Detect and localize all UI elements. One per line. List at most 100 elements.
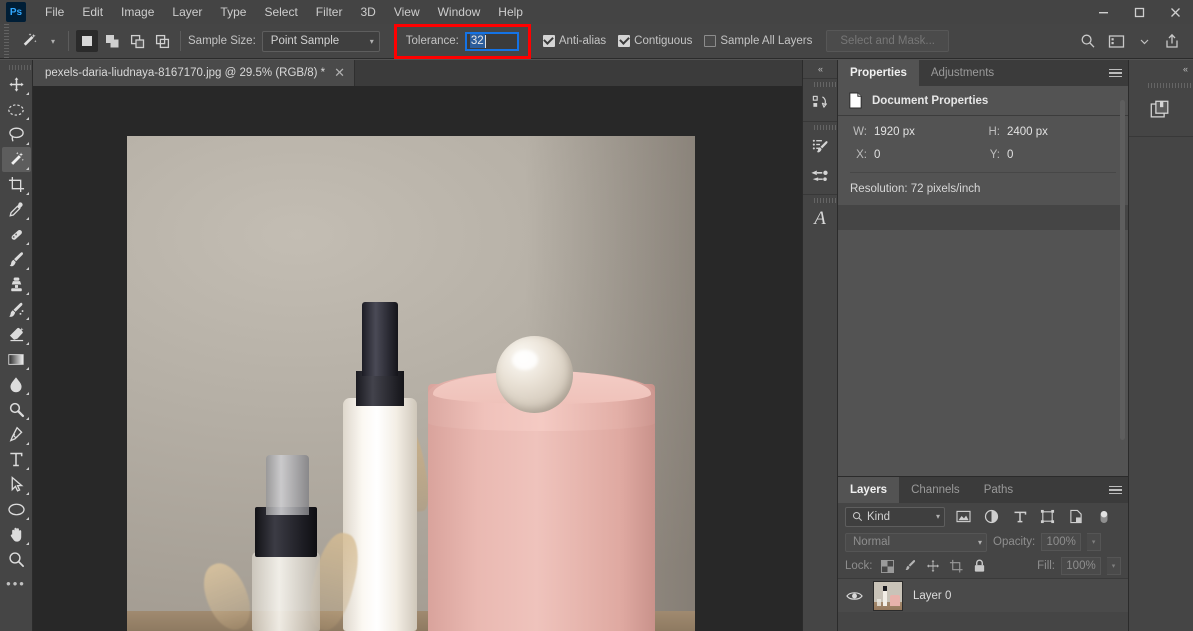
tab-properties[interactable]: Properties [838, 60, 919, 86]
add-to-selection-button[interactable] [101, 30, 123, 52]
filter-pixel-layers-icon[interactable] [954, 507, 973, 526]
filter-smart-object-icon[interactable] [1066, 507, 1085, 526]
filter-type-layers-icon[interactable] [1010, 507, 1029, 526]
menu-item-file[interactable]: File [36, 0, 73, 24]
menu-item-help[interactable]: Help [489, 0, 532, 24]
panel-menu-icon[interactable] [1102, 60, 1128, 86]
lock-transparent-pixels-icon[interactable] [879, 558, 896, 575]
width-field[interactable]: W: 1920 px [850, 126, 983, 138]
lock-artboard-nesting-icon[interactable] [948, 558, 965, 575]
hand-tool[interactable] [2, 522, 31, 547]
menu-item-view[interactable]: View [385, 0, 429, 24]
close-button[interactable] [1157, 0, 1193, 24]
filter-kind-dropdown[interactable]: Kind ▾ [845, 506, 945, 527]
menu-item-filter[interactable]: Filter [307, 0, 352, 24]
intersect-with-selection-button[interactable] [151, 30, 173, 52]
sample-all-layers-checkbox-group[interactable]: Sample All Layers [704, 35, 812, 47]
menu-item-type[interactable]: Type [211, 0, 255, 24]
healing-brush-tool[interactable] [2, 222, 31, 247]
options-bar-grip[interactable] [0, 23, 12, 59]
panel-grip[interactable] [803, 195, 837, 204]
properties-panel-scrollbar[interactable] [1120, 100, 1125, 440]
tab-channels[interactable]: Channels [899, 477, 972, 503]
lock-all-icon[interactable] [971, 558, 988, 575]
crop-tool[interactable] [2, 172, 31, 197]
tab-paths[interactable]: Paths [972, 477, 1025, 503]
history-panel-icon[interactable] [803, 88, 837, 118]
sample-all-layers-checkbox[interactable] [704, 35, 717, 47]
layer-row[interactable]: Layer 0 [838, 578, 1128, 612]
more-tools-button[interactable]: ••• [0, 576, 32, 591]
lasso-tool[interactable] [2, 122, 31, 147]
menu-item-layer[interactable]: Layer [163, 0, 211, 24]
menu-item-select[interactable]: Select [255, 0, 306, 24]
filter-adjustment-layers-icon[interactable] [982, 507, 1001, 526]
history-brush-tool[interactable] [2, 297, 31, 322]
opacity-stepper[interactable]: ▾ [1087, 533, 1102, 551]
path-selection-tool[interactable] [2, 472, 31, 497]
new-selection-button[interactable] [76, 30, 99, 52]
panel-menu-icon[interactable] [1102, 477, 1128, 503]
panel-grip[interactable] [803, 122, 837, 131]
document-tab[interactable]: pexels-daria-liudnaya-8167170.jpg @ 29.5… [33, 60, 356, 86]
menu-item-3d[interactable]: 3D [351, 0, 384, 24]
share-icon[interactable] [1159, 28, 1185, 54]
height-field[interactable]: H: 2400 px [983, 126, 1116, 138]
workspace-icon[interactable] [1103, 28, 1129, 54]
document-image[interactable] [127, 136, 695, 631]
character-panel-icon[interactable]: A [803, 204, 837, 234]
search-icon[interactable] [1075, 28, 1101, 54]
x-field[interactable]: X: 0 [850, 149, 983, 161]
lock-image-pixels-icon[interactable] [902, 558, 919, 575]
tool-preset-picker[interactable]: ▾ [12, 24, 61, 59]
tab-adjustments[interactable]: Adjustments [919, 60, 1006, 86]
chevron-down-icon[interactable] [1131, 28, 1157, 54]
blur-tool[interactable] [2, 372, 31, 397]
canvas-area[interactable] [33, 86, 802, 631]
brush-settings-panel-icon[interactable] [803, 131, 837, 161]
menu-item-image[interactable]: Image [112, 0, 163, 24]
gradient-tool[interactable] [2, 347, 31, 372]
dodge-tool[interactable] [2, 397, 31, 422]
filter-toggle-switch[interactable] [1094, 507, 1113, 526]
y-field[interactable]: Y: 0 [983, 149, 1116, 161]
brushes-panel-icon[interactable] [803, 161, 837, 191]
layer-visibility-icon[interactable] [846, 590, 863, 602]
opacity-input[interactable]: 100% [1041, 533, 1082, 551]
brush-tool[interactable] [2, 247, 31, 272]
lock-position-icon[interactable] [925, 558, 942, 575]
filter-shape-layers-icon[interactable] [1038, 507, 1057, 526]
move-tool[interactable] [2, 72, 31, 97]
tab-layers[interactable]: Layers [838, 477, 900, 503]
maximize-button[interactable] [1121, 0, 1157, 24]
type-tool[interactable] [2, 447, 31, 472]
ellipse-tool[interactable] [2, 497, 31, 522]
libraries-panel-icon[interactable] [1129, 90, 1191, 130]
fill-input[interactable]: 100% [1061, 557, 1101, 575]
panel-grip[interactable] [1129, 80, 1193, 90]
anti-alias-checkbox[interactable] [542, 35, 555, 47]
menu-item-edit[interactable]: Edit [73, 0, 112, 24]
pen-tool[interactable] [2, 422, 31, 447]
blend-mode-dropdown[interactable]: Normal ▾ [845, 532, 987, 552]
anti-alias-checkbox-group[interactable]: Anti-alias [542, 35, 606, 47]
panel-grip[interactable] [803, 79, 837, 88]
contiguous-checkbox[interactable] [618, 35, 631, 47]
tolerance-input[interactable]: 32 [464, 31, 519, 51]
tools-panel-grip[interactable] [0, 62, 32, 72]
magic-wand-tool[interactable] [1, 147, 31, 172]
menu-item-window[interactable]: Window [429, 0, 490, 24]
clone-stamp-tool[interactable] [2, 272, 31, 297]
collapse-dock-button[interactable]: « [803, 60, 837, 78]
zoom-tool[interactable] [2, 547, 31, 572]
sample-size-dropdown[interactable]: Point Sample ▾ [261, 30, 380, 52]
subtract-from-selection-button[interactable] [126, 30, 148, 52]
eyedropper-tool[interactable] [2, 197, 31, 222]
collapse-libraries-button[interactable]: « [1129, 60, 1193, 78]
close-icon[interactable]: ✕ [334, 66, 345, 79]
rectangular-marquee-tool[interactable] [2, 97, 31, 122]
fill-stepper[interactable]: ▾ [1107, 557, 1121, 575]
minimize-button[interactable] [1085, 0, 1121, 24]
eraser-tool[interactable] [2, 322, 31, 347]
contiguous-checkbox-group[interactable]: Contiguous [618, 35, 692, 47]
